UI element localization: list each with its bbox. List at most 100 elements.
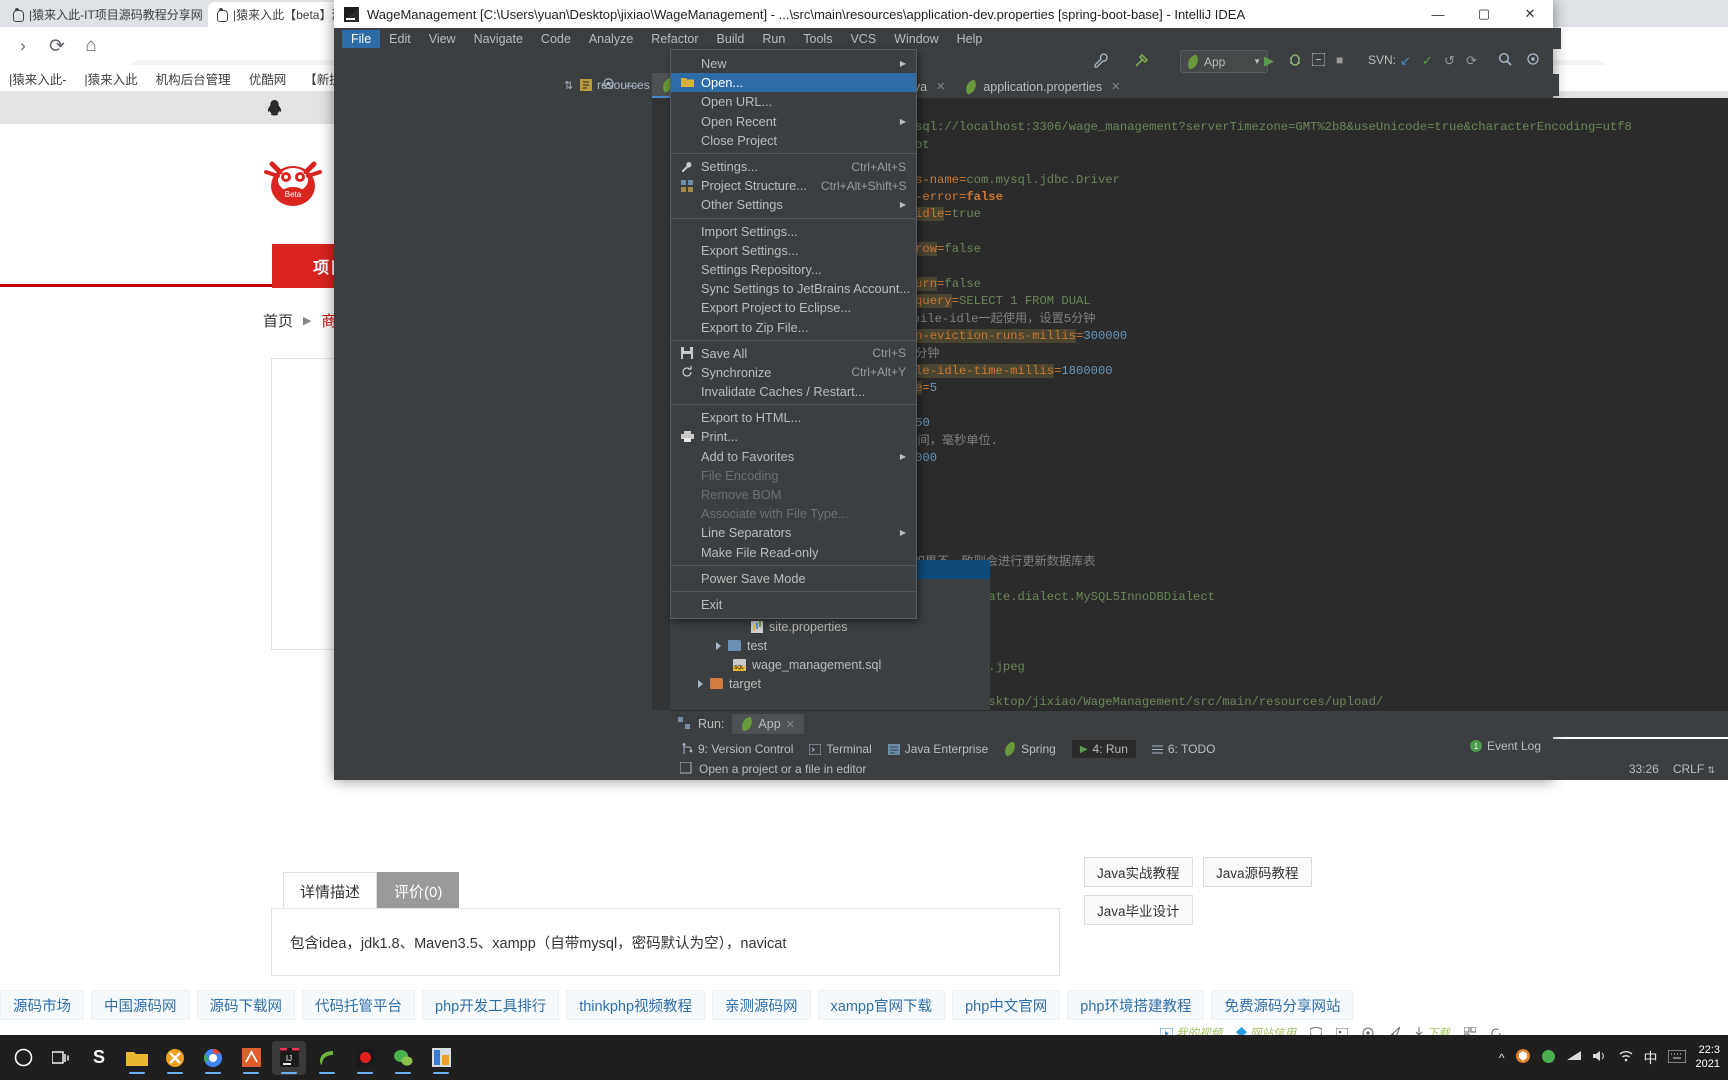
wechat-icon[interactable] (386, 1041, 420, 1075)
idea-icon[interactable]: IJ (272, 1040, 306, 1075)
menu-item-export-project-to-eclipse[interactable]: Export Project to Eclipse... (671, 298, 916, 317)
menu-refactor[interactable]: Refactor (642, 30, 707, 48)
menu-item-settings[interactable]: Settings... Ctrl+Alt+S (671, 157, 916, 176)
run-tab-app[interactable]: App ✕ (732, 714, 804, 734)
forward-icon[interactable]: › (12, 35, 34, 57)
explorer-icon[interactable] (120, 1041, 154, 1075)
menu-item-open-url[interactable]: Open URL... (671, 92, 916, 111)
bookmark-1[interactable]: |猿来入此 (75, 69, 146, 88)
btn-java-practical[interactable]: Java实战教程 (1084, 857, 1193, 887)
bottom-tab-java-enterprise[interactable]: Java Enterprise (887, 742, 988, 756)
keyboard-icon[interactable] (1667, 1049, 1687, 1066)
menu-item-project-structure[interactable]: Project Structure... Ctrl+Alt+Shift+S (671, 176, 916, 195)
ime-icon[interactable]: 中 (1644, 1048, 1658, 1068)
btn-java-source[interactable]: Java源码教程 (1202, 857, 1312, 887)
footer-link-6[interactable]: 亲测源码网 (712, 990, 811, 1020)
footer-link-2[interactable]: 源码下载网 (196, 990, 295, 1020)
footer-link-8[interactable]: php中文官网 (952, 990, 1061, 1020)
file-menu-dropdown[interactable]: New ▶ Open... Open URL... Open Recent ▶ Close … (670, 49, 917, 620)
menu-item-export-to-html[interactable]: Export to HTML... (671, 408, 916, 427)
tree-node-site-properties[interactable]: site.properties (670, 617, 990, 636)
menu-item-export-settings[interactable]: Export Settings... (671, 241, 916, 260)
bookmark-3[interactable]: 优酷网 (240, 69, 296, 88)
editor-icon[interactable] (234, 1041, 268, 1075)
close-button[interactable]: ✕ (1507, 0, 1553, 28)
editor-tab-application-properties[interactable]: application.properties ✕ (955, 75, 1131, 98)
settings-gear-icon[interactable] (1526, 52, 1540, 69)
menu-item-close-project[interactable]: Close Project (671, 131, 916, 150)
menu-item-sync-settings-to-jetbrains-account[interactable]: Sync Settings to JetBrains Account... (671, 279, 916, 298)
bookmark-2[interactable]: 机构后台管理 (147, 69, 240, 88)
menu-item-print[interactable]: Print... (671, 427, 916, 446)
debug-icon[interactable] (1288, 52, 1302, 69)
close-run-tab-icon[interactable]: ✕ (786, 718, 795, 731)
menu-build[interactable]: Build (708, 30, 754, 48)
menu-window[interactable]: Window (885, 30, 947, 48)
expand-arrow-icon[interactable] (698, 679, 703, 688)
chrome-icon[interactable] (196, 1041, 230, 1075)
project-settings-gear-icon[interactable] (602, 77, 615, 93)
menu-code[interactable]: Code (532, 30, 580, 48)
browser-tab-1[interactable]: |猿来入此-IT项目源码教程分享网 (4, 2, 215, 27)
btn-java-graduation[interactable]: Java毕业设计 (1084, 895, 1193, 925)
menu-analyze[interactable]: Analyze (580, 30, 642, 48)
vcs-commit-icon[interactable]: ✓ (1422, 53, 1433, 69)
menu-item-settings-repository[interactable]: Settings Repository... (671, 260, 916, 279)
run-button[interactable]: ▶ (1264, 53, 1274, 69)
leaf-icon[interactable] (310, 1041, 344, 1075)
bookmark-0[interactable]: |猿来入此- (0, 69, 75, 88)
footer-link-4[interactable]: php开发工具排行 (422, 990, 560, 1020)
skype-icon[interactable]: S (82, 1041, 116, 1075)
close-tab-icon[interactable]: ✕ (936, 80, 945, 93)
event-log-button[interactable]: 1 Event Log (1469, 739, 1541, 753)
menu-help[interactable]: Help (948, 30, 992, 48)
menu-item-open-recent[interactable]: Open Recent ▶ (671, 112, 916, 131)
wifi-icon[interactable] (1618, 1049, 1634, 1066)
run-configuration-selector[interactable]: App ▼ (1180, 50, 1268, 73)
menu-item-add-to-favorites[interactable]: Add to Favorites ▶ (671, 447, 916, 466)
menu-vcs[interactable]: VCS (841, 30, 885, 48)
maximize-button[interactable]: ▢ (1461, 0, 1507, 28)
volume-icon[interactable] (1592, 1049, 1608, 1066)
windows-start-icon[interactable] (6, 1041, 40, 1075)
taskbar-clock[interactable]: 22:3 2021 (1696, 1044, 1720, 1072)
expand-arrow-icon[interactable] (716, 641, 721, 650)
app-icon[interactable] (424, 1041, 458, 1075)
caret-position[interactable]: 33:26 (1629, 762, 1659, 776)
menu-item-save-all[interactable]: Save All Ctrl+S (671, 344, 916, 363)
tree-node-test[interactable]: test (670, 636, 990, 655)
menu-item-import-settings[interactable]: Import Settings... (671, 222, 916, 241)
menu-item-export-to-zip-file[interactable]: Export to Zip File... (671, 317, 916, 336)
tree-node-target[interactable]: target (670, 674, 990, 693)
menu-item-power-save-mode[interactable]: Power Save Mode (671, 569, 916, 588)
menu-edit[interactable]: Edit (380, 30, 420, 48)
footer-link-5[interactable]: thinkphp视频教程 (566, 990, 706, 1020)
home-icon[interactable]: ⌂ (80, 35, 102, 57)
project-collapse-icon[interactable]: ⇅ (564, 79, 573, 92)
project-hide-icon[interactable]: — (626, 78, 638, 92)
run-coverage-icon[interactable] (1311, 52, 1326, 69)
close-tab-icon[interactable]: ✕ (1111, 80, 1120, 93)
menu-tools[interactable]: Tools (794, 30, 841, 48)
menu-view[interactable]: View (420, 30, 465, 48)
menu-item-synchronize[interactable]: Synchronize Ctrl+Alt+Y (671, 363, 916, 382)
reload-icon[interactable]: ⟳ (46, 35, 68, 57)
qq-icon[interactable] (266, 99, 283, 118)
minimize-button[interactable]: — (1415, 0, 1461, 28)
bottom-tab-run[interactable]: ▶ 4: Run (1071, 740, 1136, 758)
footer-link-7[interactable]: xampp官网下载 (817, 990, 946, 1020)
xampp-icon[interactable] (158, 1041, 192, 1075)
hammer-icon[interactable] (1134, 53, 1149, 71)
recorder-icon[interactable] (348, 1041, 382, 1075)
footer-link-3[interactable]: 代码托管平台 (302, 990, 415, 1020)
tab-reviews[interactable]: 评价(0) (377, 872, 460, 910)
footer-link-0[interactable]: 源码市场 (0, 990, 84, 1020)
vcs-history-icon[interactable]: ⟳ (1466, 53, 1477, 69)
breadcrumb-home[interactable]: 首页 (263, 310, 293, 331)
stop-icon[interactable]: ■ (1336, 53, 1343, 67)
wrench-icon[interactable] (1094, 53, 1109, 71)
menu-item-make-file-read-only[interactable]: Make File Read-only (671, 543, 916, 562)
menu-item-invalidate-caches-restart[interactable]: Invalidate Caches / Restart... (671, 382, 916, 401)
bottom-tab-version-control[interactable]: 9: Version Control (682, 742, 793, 756)
tree-node-wage-management-sql[interactable]: wage_management.sql (670, 655, 990, 674)
